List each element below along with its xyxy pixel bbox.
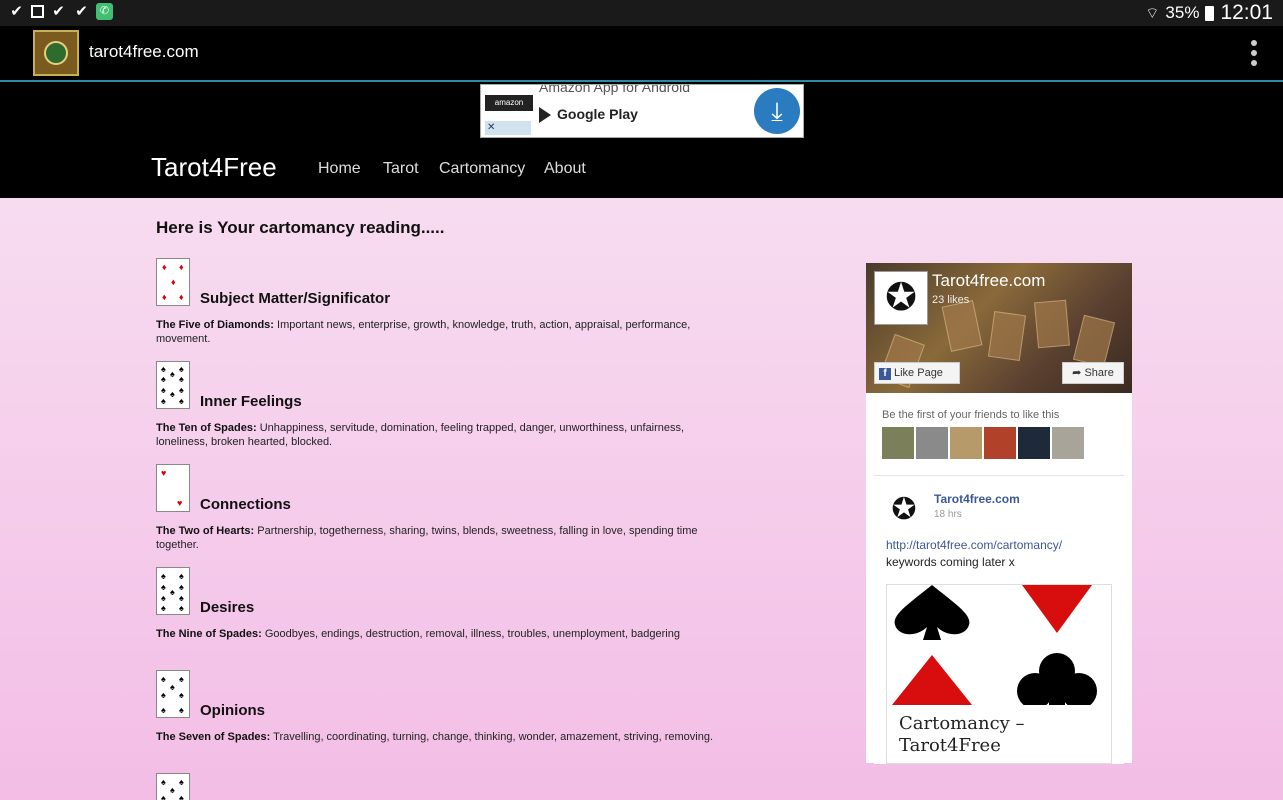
- check-icon: ✔: [52, 3, 65, 20]
- battery-icon: [1205, 5, 1215, 21]
- app-icon[interactable]: [33, 30, 79, 76]
- reading-item: ♠ ♠ ♠ ♠ ♠: [156, 773, 716, 800]
- post-timestamp[interactable]: 18 hrs: [934, 509, 962, 520]
- check-icon: ✔: [10, 3, 23, 20]
- reading-title: Opinions: [200, 702, 265, 719]
- download-icon[interactable]: ⤓: [754, 88, 800, 134]
- notification-icons: ✔ ✔ ✔ ✆: [8, 3, 113, 20]
- battery-percent: 35%: [1165, 3, 1200, 22]
- reading-title: Desires: [200, 599, 255, 616]
- ad-brand: amazon: [485, 95, 533, 111]
- nav-tarot[interactable]: Tarot: [383, 160, 419, 178]
- image-icon: [31, 5, 44, 18]
- reading-item: ♦ ♦ ♦ ♦ ♦ Subject Matter/Significator The …: [156, 258, 716, 354]
- friend-avatars: [882, 427, 1084, 459]
- avatar[interactable]: [984, 427, 1016, 459]
- post-link[interactable]: http://tarot4free.com/cartomancy/: [886, 538, 1062, 552]
- share-button[interactable]: ➦ Share: [1062, 362, 1124, 384]
- more-vertical-icon[interactable]: [1251, 40, 1257, 66]
- post-author[interactable]: Tarot4free.com: [934, 492, 1020, 506]
- google-play-icon: [539, 107, 551, 124]
- playing-card-partial: ♠ ♠ ♠ ♠ ♠: [156, 773, 190, 800]
- ad-store: Google Play: [539, 106, 638, 124]
- reading-description: The Ten of Spades: Unhappiness, servitud…: [156, 422, 685, 448]
- reading-title: Inner Feelings: [200, 393, 302, 410]
- reading-description: The Nine of Spades: Goodbyes, endings, d…: [156, 628, 680, 640]
- reading-description: The Seven of Spades: Travelling, coordin…: [156, 731, 713, 743]
- adchoices-icon[interactable]: ✕: [485, 121, 531, 135]
- reading-description: The Five of Diamonds: Important news, en…: [156, 319, 691, 345]
- pentagram-logo-icon[interactable]: ✪: [884, 490, 924, 530]
- status-bar: ✔ ✔ ✔ ✆ ⌔ 35% 12:01: [0, 0, 1283, 26]
- nav-home[interactable]: Home: [318, 160, 361, 178]
- facebook-cover-image[interactable]: ✪ Tarot4free.com 23 likes f Like Page ➦ S…: [866, 263, 1132, 393]
- facebook-like-count: 23 likes: [932, 294, 970, 306]
- card-suits-preview-image: [892, 585, 1097, 709]
- avatar[interactable]: [882, 427, 914, 459]
- reading-description: The Two of Hearts: Partnership, together…: [156, 525, 698, 551]
- playing-card-two-of-hearts: ♥ ♥: [156, 464, 190, 512]
- share-arrow-icon: ➦: [1072, 367, 1085, 379]
- reading-title: Connections: [200, 496, 291, 513]
- reading-item: ♥ ♥ Connections The Two of Hearts: Partn…: [156, 464, 716, 560]
- playing-card-five-of-diamonds: ♦ ♦ ♦ ♦ ♦: [156, 258, 190, 306]
- reading-item: ♠ ♠ ♠ ♠ ♠ ♠ ♠ ♠ ♠ ♠ Inner Feelings The Ten of…: [156, 361, 716, 457]
- page-title: Here is Your cartomancy reading.....: [156, 218, 445, 237]
- reading-item: ♠ ♠ ♠ ♠ ♠ ♠ ♠ Opinions The Seven of Spades:…: [156, 670, 716, 766]
- link-preview-title[interactable]: Cartomancy – Tarot4Free: [899, 713, 1111, 757]
- tarot-emblem-icon: [44, 41, 68, 65]
- avatar[interactable]: [950, 427, 982, 459]
- wifi-icon: ⌔: [1145, 4, 1160, 22]
- page-content: Here is Your cartomancy reading..... ♦ ♦ …: [0, 198, 1283, 800]
- clock: 12:01: [1220, 1, 1273, 24]
- avatar[interactable]: [916, 427, 948, 459]
- reading-title: Subject Matter/Significator: [200, 290, 391, 307]
- playing-card-seven-of-spades: ♠ ♠ ♠ ♠ ♠ ♠ ♠: [156, 670, 190, 718]
- facebook-page-widget: ✪ Tarot4free.com 23 likes f Like Page ➦ S…: [866, 263, 1132, 764]
- nav-about[interactable]: About: [544, 160, 586, 178]
- avatar[interactable]: [1052, 427, 1084, 459]
- playing-card-nine-of-spades: ♠ ♠ ♠ ♠ ♠ ♠ ♠ ♠ ♠: [156, 567, 190, 615]
- site-header: amazon Amazon App for Android Google Pla…: [0, 82, 1283, 198]
- reading-item: ♠ ♠ ♠ ♠ ♠ ♠ ♠ ♠ ♠ Desires The Nine of Spades…: [156, 567, 716, 663]
- post-text: keywords coming later x: [886, 555, 1015, 569]
- messenger-icon: ✆: [96, 3, 113, 20]
- facebook-icon: f: [879, 368, 891, 380]
- system-status: ⌔ 35% 12:01: [1145, 1, 1273, 25]
- ad-headline: Amazon App for Android: [539, 84, 690, 95]
- facebook-post: ✪ Tarot4free.com 18 hrs http://tarot4fre…: [874, 475, 1124, 764]
- site-brand[interactable]: Tarot4Free: [151, 152, 277, 183]
- pentagram-logo-icon[interactable]: ✪: [874, 271, 928, 325]
- app-title: tarot4free.com: [89, 42, 199, 61]
- playing-card-ten-of-spades: ♠ ♠ ♠ ♠ ♠ ♠ ♠ ♠ ♠ ♠: [156, 361, 190, 409]
- app-bar: tarot4free.com: [0, 26, 1283, 82]
- friends-like-text: Be the first of your friends to like thi…: [882, 409, 1060, 421]
- nav-cartomancy[interactable]: Cartomancy: [439, 160, 525, 178]
- link-preview[interactable]: Cartomancy – Tarot4Free: [886, 584, 1112, 764]
- ad-banner[interactable]: amazon Amazon App for Android Google Pla…: [480, 84, 804, 138]
- avatar[interactable]: [1018, 427, 1050, 459]
- facebook-page-name[interactable]: Tarot4free.com: [932, 271, 1045, 291]
- check-icon: ✔: [75, 3, 88, 20]
- like-page-button[interactable]: f Like Page: [874, 362, 960, 384]
- facebook-friends-section: Be the first of your friends to like thi…: [874, 401, 1124, 463]
